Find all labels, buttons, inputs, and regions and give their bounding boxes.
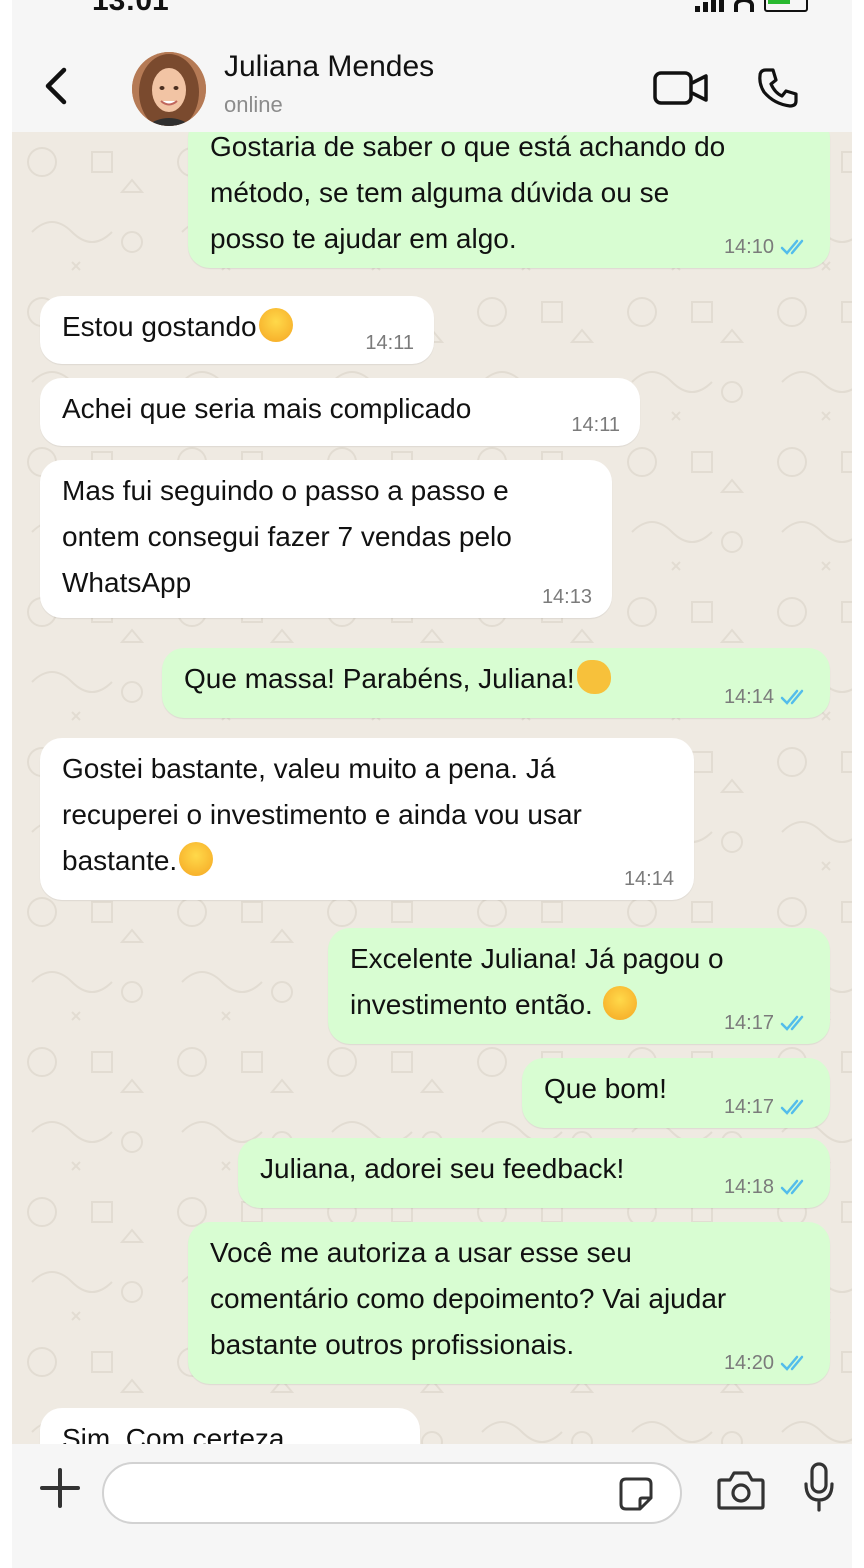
wifi-icon [734, 0, 754, 12]
camera-icon[interactable] [716, 1468, 766, 1512]
double-check-icon [780, 689, 804, 705]
message-time: 14:11 [571, 414, 620, 436]
message-text: Estou gostando [62, 311, 257, 342]
message-time: 14:17 [723, 1096, 774, 1118]
message-time: 14:13 [541, 586, 592, 608]
double-check-icon [780, 239, 804, 255]
message-time: 14:18 [723, 1176, 774, 1198]
message-meta: 14:14 [724, 686, 810, 708]
grinning-face-emoji [602, 986, 637, 1020]
status-bar: 13:01 [12, 0, 852, 20]
message-time: 14:14 [723, 686, 774, 708]
message-meta: 14:14 [624, 868, 674, 890]
avatar[interactable] [132, 52, 206, 126]
message-bubble-outgoing[interactable]: Você me autoriza a usar esse seu comentá… [188, 1222, 830, 1384]
message-text: Gostei bastante, valeu muito a pena. Já … [62, 753, 582, 876]
input-bar [12, 1444, 852, 1568]
plus-icon[interactable] [38, 1466, 82, 1510]
microphone-icon[interactable] [802, 1462, 836, 1514]
message-bubble-outgoing[interactable]: Que massa! Parabéns, Juliana! 14:14 [162, 648, 830, 718]
message-input[interactable] [102, 1462, 682, 1524]
message-bubble-outgoing[interactable]: Juliana, adorei seu feedback! 14:18 [238, 1138, 830, 1208]
message-bubble-outgoing[interactable]: Que bom! 14:17 [522, 1058, 830, 1128]
message-bubble-outgoing[interactable]: Excelente Juliana! Já pagou o investimen… [328, 928, 830, 1044]
message-time: 14:11 [365, 332, 414, 354]
message-time: 14:14 [623, 868, 674, 890]
phone-call-icon[interactable] [756, 66, 800, 110]
chat-screen: 13:01 Juliana Mendes online Gostaria de … [12, 0, 852, 1568]
status-icons [695, 0, 808, 12]
message-bubble-incoming[interactable]: Mas fui seguindo o passo a passo e ontem… [40, 460, 612, 618]
message-time: 14:17 [723, 1012, 774, 1034]
clapping-hands-emoji [576, 660, 611, 694]
message-text: Que massa! Parabéns, Juliana! [184, 663, 575, 694]
message-text: Você me autoriza a usar esse seu comentá… [210, 1237, 727, 1360]
chat-header: Juliana Mendes online [12, 20, 852, 133]
message-bubble-incoming[interactable]: Gostei bastante, valeu muito a pena. Já … [40, 738, 694, 900]
message-meta: 14:17 [724, 1012, 810, 1034]
status-time: 13:01 [92, 0, 169, 17]
message-meta: 14:18 [724, 1176, 810, 1198]
sticker-icon[interactable] [618, 1476, 654, 1512]
message-bubble-incoming[interactable]: Achei que seria mais complicado 14:11 [40, 378, 640, 446]
back-arrow-icon[interactable] [42, 66, 72, 106]
contact-name[interactable]: Juliana Mendes [224, 50, 434, 84]
message-meta: 14:20 [724, 1352, 810, 1374]
message-text: Achei que seria mais complicado [62, 393, 472, 424]
message-meta: 14:17 [724, 1096, 810, 1118]
message-meta: 14:10 [724, 236, 810, 258]
video-call-icon[interactable] [652, 68, 710, 108]
message-meta: 14:13 [542, 586, 592, 608]
double-check-icon [780, 1179, 804, 1195]
message-bubble-incoming[interactable]: Sim. Com certeza [40, 1408, 420, 1444]
double-check-icon [780, 1355, 804, 1371]
double-check-icon [780, 1099, 804, 1115]
message-text: Mas fui seguindo o passo a passo e ontem… [62, 475, 512, 598]
message-meta: 14:11 [571, 414, 620, 436]
message-text: Excelente Juliana! Já pagou o investimen… [350, 943, 724, 1020]
message-text: Gostaria de saber o que está achando do … [210, 132, 726, 254]
message-text: Sim. Com certeza [62, 1423, 285, 1444]
smiling-face-emoji [258, 308, 293, 342]
message-bubble-incoming[interactable]: Estou gostando 14:11 [40, 296, 434, 364]
battery-icon [764, 0, 808, 12]
message-bubble-outgoing[interactable]: Gostaria de saber o que está achando do … [188, 132, 830, 268]
grinning-face-emoji [179, 842, 214, 876]
message-time: 14:10 [723, 236, 774, 258]
signal-icon [695, 0, 724, 12]
message-list[interactable]: Gostaria de saber o que está achando do … [12, 132, 852, 1444]
double-check-icon [780, 1015, 804, 1031]
contact-status: online [224, 92, 283, 117]
message-time: 14:20 [723, 1352, 774, 1374]
message-meta: 14:11 [365, 332, 414, 354]
